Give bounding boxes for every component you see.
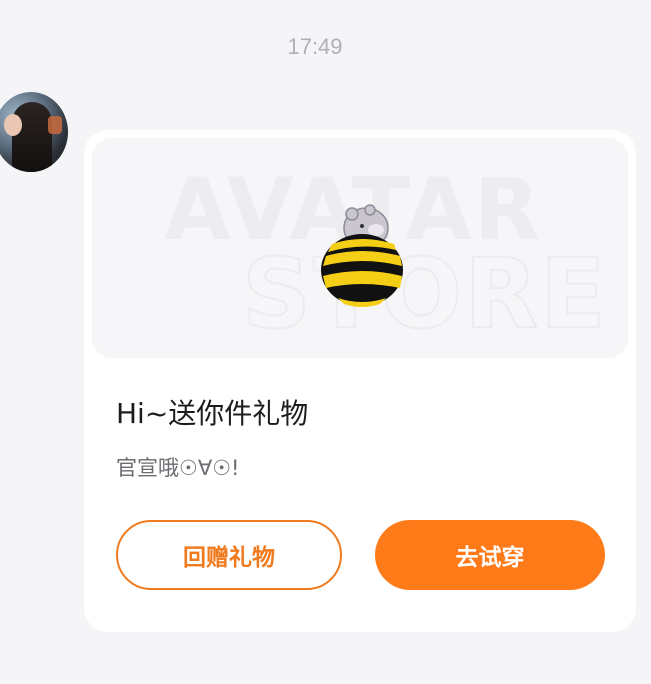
gift-banner: AVATAR STORE xyxy=(92,138,628,358)
sender-avatar[interactable] xyxy=(0,92,68,172)
banner-watermark-store: STORE xyxy=(241,237,608,351)
gift-title: Hi~送你件礼物 xyxy=(116,397,309,430)
gift-message-card[interactable]: AVATAR STORE Hi~送你件礼物 官宣哦☉∀☉! 回赠礼物 去试穿 xyxy=(84,130,636,632)
gift-subtitle: 官宣哦☉∀☉! xyxy=(116,456,240,480)
return-gift-button[interactable]: 回赠礼物 xyxy=(116,520,342,590)
bee-costume-icon xyxy=(321,204,403,307)
message-timestamp: 17:49 xyxy=(287,34,343,59)
try-on-button[interactable]: 去试穿 xyxy=(375,520,605,590)
